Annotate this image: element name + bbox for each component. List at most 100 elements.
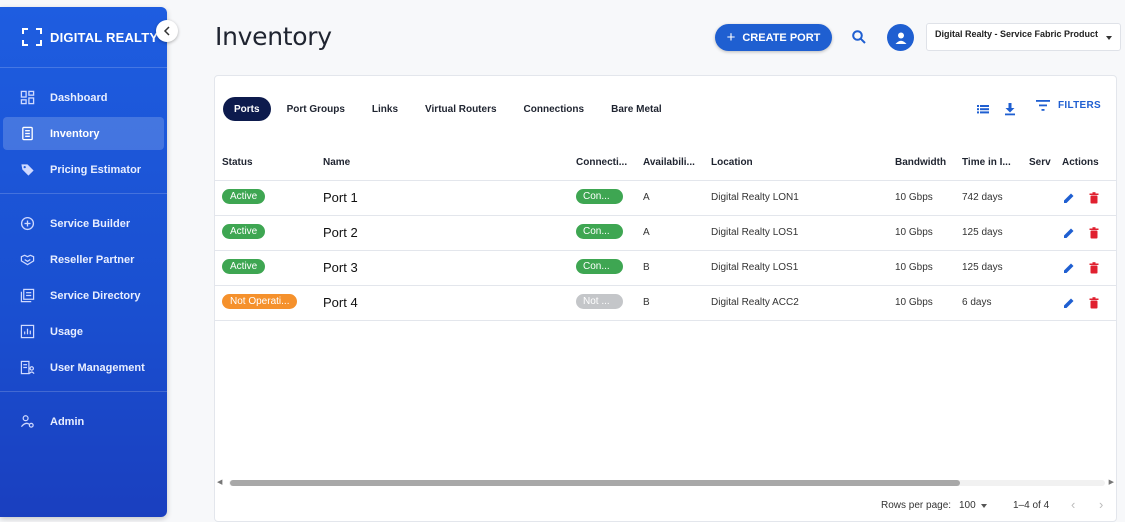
search-icon[interactable] (851, 29, 867, 45)
company-select[interactable]: Digital Realty - Service Fabric Product (926, 23, 1121, 51)
availability-cell: A (636, 215, 704, 251)
sidebar-item-usage[interactable]: Usage (3, 315, 164, 348)
port-name[interactable]: Port 1 (323, 190, 358, 205)
delete-icon[interactable] (1087, 226, 1101, 240)
location-cell: Digital Realty ACC2 (704, 285, 888, 321)
download-icon[interactable] (1003, 102, 1017, 116)
filters-label: FILTERS (1058, 100, 1102, 111)
create-port-label: CREATE PORT (742, 31, 821, 44)
tab-ports[interactable]: Ports (223, 97, 271, 121)
sidebar-item-pricing-estimator[interactable]: Pricing Estimator (3, 153, 164, 186)
prev-page-button[interactable]: ‹ (1071, 497, 1075, 512)
sidebar-collapse-button[interactable] (156, 20, 178, 42)
time-in-inventory-cell: 742 days (955, 180, 1022, 216)
status-cell: Active (215, 250, 316, 286)
sidebar-item-service-builder[interactable]: Service Builder (3, 207, 164, 240)
connection-badge: Con... (576, 188, 623, 204)
rows-per-page-label: Rows per page: (881, 500, 952, 511)
delete-icon[interactable] (1087, 191, 1101, 205)
sidebar-item-label: Inventory (50, 127, 100, 140)
edit-icon[interactable] (1062, 191, 1076, 205)
service-cell (1022, 215, 1055, 251)
chevron-left-icon (163, 26, 170, 36)
brand-logo[interactable]: DIGITAL REALTY (0, 7, 167, 68)
table-row[interactable]: Active Port 1 Con... A Digital Realty LON1 10… (215, 180, 1116, 216)
status-cell: Active (215, 215, 316, 251)
dashboard-icon (19, 90, 35, 106)
edit-icon[interactable] (1062, 296, 1076, 310)
sidebar-item-inventory[interactable]: Inventory (3, 117, 164, 150)
horizontal-scrollbar[interactable]: ◀ ▶ (217, 477, 1114, 489)
availability-cell: A (636, 180, 704, 216)
sidebar-item-dashboard[interactable]: Dashboard (3, 81, 164, 114)
bandwidth-cell: 10 Gbps (888, 215, 955, 251)
location-cell: Digital Realty LOS1 (704, 250, 888, 286)
column-header-bandwidth[interactable]: Bandwidth (888, 145, 955, 181)
table-row[interactable]: Not Operati... Port 4 Not ... B Digital Real… (215, 285, 1116, 321)
tab-virtual-routers[interactable]: Virtual Routers (414, 97, 508, 121)
directory-icon (19, 288, 35, 304)
tab-connections[interactable]: Connections (513, 97, 596, 121)
filters-button[interactable]: FILTERS (1036, 100, 1101, 111)
status-cell: Not Operati... (215, 285, 316, 321)
rows-per-page-select[interactable]: 100 (959, 500, 987, 511)
column-header-time-in-inventory[interactable]: Time in I... (955, 145, 1022, 181)
name-cell[interactable]: Port 3 (316, 250, 569, 286)
actions-cell (1055, 250, 1116, 286)
admin-icon (19, 414, 35, 430)
sidebar-item-label: Pricing Estimator (50, 163, 142, 176)
connection-cell: Not ... (569, 285, 636, 321)
scroll-right-icon[interactable]: ▶ (1109, 478, 1114, 486)
delete-icon[interactable] (1087, 296, 1101, 310)
column-header-status[interactable]: Status (215, 145, 316, 181)
name-cell[interactable]: Port 2 (316, 215, 569, 251)
list-view-icon[interactable] (976, 102, 990, 116)
table-header-row: Status Name Connecti... Availabili... Lo… (215, 145, 1116, 181)
column-header-availability[interactable]: Availabili... (636, 145, 704, 181)
sidebar-item-service-directory[interactable]: Service Directory (3, 279, 164, 312)
connection-cell: Con... (569, 250, 636, 286)
port-name[interactable]: Port 4 (323, 295, 358, 310)
status-badge: Active (222, 258, 266, 274)
filter-icon (1036, 100, 1050, 111)
service-cell (1022, 250, 1055, 286)
sidebar-item-admin[interactable]: Admin (3, 405, 164, 438)
create-port-button[interactable]: + CREATE PORT (715, 24, 832, 51)
edit-icon[interactable] (1062, 261, 1076, 275)
name-cell[interactable]: Port 1 (316, 180, 569, 216)
time-in-inventory-cell: 125 days (955, 215, 1022, 251)
inventory-tabs: Ports Port Groups Links Virtual Routers … (223, 97, 678, 121)
company-select-value: Digital Realty - Service Fabric Product (935, 29, 1099, 39)
tab-port-groups[interactable]: Port Groups (276, 97, 356, 121)
column-header-service[interactable]: Serv (1022, 145, 1055, 181)
column-header-name[interactable]: Name (316, 145, 569, 181)
actions-cell (1055, 285, 1116, 321)
availability-cell: B (636, 285, 704, 321)
tab-links[interactable]: Links (361, 97, 409, 121)
port-name[interactable]: Port 3 (323, 260, 358, 275)
name-cell[interactable]: Port 4 (316, 285, 569, 321)
column-header-location[interactable]: Location (704, 145, 888, 181)
user-avatar[interactable] (887, 24, 914, 51)
next-page-button[interactable]: › (1099, 497, 1103, 512)
port-name[interactable]: Port 2 (323, 225, 358, 240)
time-in-inventory-cell: 6 days (955, 285, 1022, 321)
sidebar-item-reseller-partner[interactable]: Reseller Partner (3, 243, 164, 276)
time-in-inventory-cell: 125 days (955, 250, 1022, 286)
sidebar-item-user-management[interactable]: User Management (3, 351, 164, 384)
column-header-connection[interactable]: Connecti... (569, 145, 636, 181)
page-title: Inventory (215, 22, 332, 51)
table-row[interactable]: Active Port 3 Con... B Digital Realty LOS1 10… (215, 250, 1116, 286)
sidebar-item-label: Dashboard (50, 91, 108, 104)
nav-group-admin: Admin (0, 392, 167, 445)
edit-icon[interactable] (1062, 226, 1076, 240)
delete-icon[interactable] (1087, 261, 1101, 275)
caret-down-icon (1106, 36, 1112, 40)
user-management-icon (19, 360, 35, 376)
scroll-left-icon[interactable]: ◀ (217, 478, 222, 486)
scroll-thumb[interactable] (230, 480, 960, 486)
tab-bare-metal[interactable]: Bare Metal (600, 97, 673, 121)
connection-badge: Con... (576, 223, 623, 239)
table-row[interactable]: Active Port 2 Con... A Digital Realty LOS1 10… (215, 215, 1116, 251)
sidebar-item-label: Service Directory (50, 289, 141, 302)
